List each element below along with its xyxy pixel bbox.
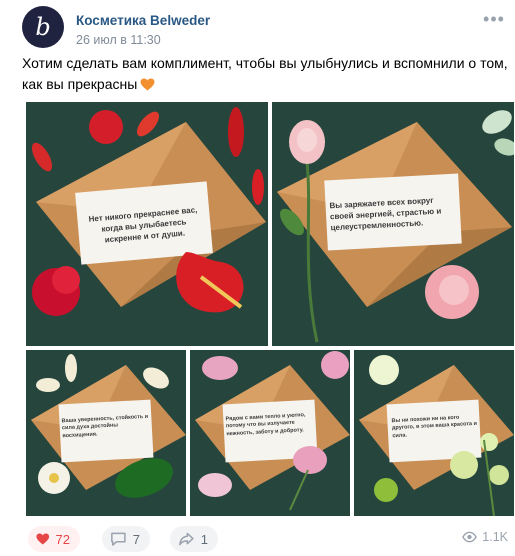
avatar[interactable]: b: [22, 6, 64, 48]
post-actions: 72 7 1 1.1K: [22, 526, 508, 552]
post-time[interactable]: 26 июл в 11:30: [76, 33, 161, 47]
card-text-3: Ваша уверенность, стойкость и сила духа …: [61, 413, 149, 440]
views-counter: 1.1K: [462, 530, 508, 544]
share-count: 1: [200, 531, 208, 547]
like-button[interactable]: 72: [28, 526, 80, 552]
more-options-icon[interactable]: •••: [480, 10, 508, 32]
comment-icon: [111, 532, 126, 546]
post-text-content: Хотим сделать вам комплимент, чтобы вы у…: [22, 55, 508, 92]
comment-count: 7: [132, 531, 140, 547]
heart-icon: [36, 533, 50, 545]
photo-2[interactable]: Вы заряжаете всех вокруг своей энергией,…: [272, 102, 514, 346]
post-text: Хотим сделать вам комплимент, чтобы вы у…: [22, 53, 508, 95]
post-header: b Косметика Belweder 26 июл в 11:30 •••: [22, 4, 508, 48]
share-button[interactable]: 1: [170, 526, 218, 552]
orange-heart-icon: [140, 78, 155, 91]
photo-4[interactable]: Рядом с вами тепло и уютно, потому что в…: [190, 350, 350, 516]
author-name[interactable]: Косметика Belweder: [76, 13, 210, 28]
card-text-4: Рядом с вами тепло и уютно, потому что в…: [225, 412, 306, 438]
photo-5[interactable]: Вы ни похожи ни на кого другого, в этом …: [354, 350, 514, 516]
like-count: 72: [55, 531, 70, 547]
photo-1[interactable]: Нет никого прекраснее вас, когда вы улыб…: [26, 102, 268, 346]
avatar-logo: b: [35, 13, 51, 41]
photo-grid: Нет никого прекраснее вас, когда вы улыб…: [26, 102, 514, 516]
views-count: 1.1K: [482, 530, 508, 544]
share-icon: [179, 532, 194, 546]
eye-icon: [462, 531, 478, 543]
card-text-2: Вы заряжаете всех вокруг своей энергией,…: [329, 195, 442, 232]
card-text-5: Вы ни похожи ни на кого другого, в этом …: [391, 414, 478, 440]
comment-button[interactable]: 7: [102, 526, 150, 552]
photo-3[interactable]: Ваша уверенность, стойкость и сила духа …: [26, 350, 186, 516]
